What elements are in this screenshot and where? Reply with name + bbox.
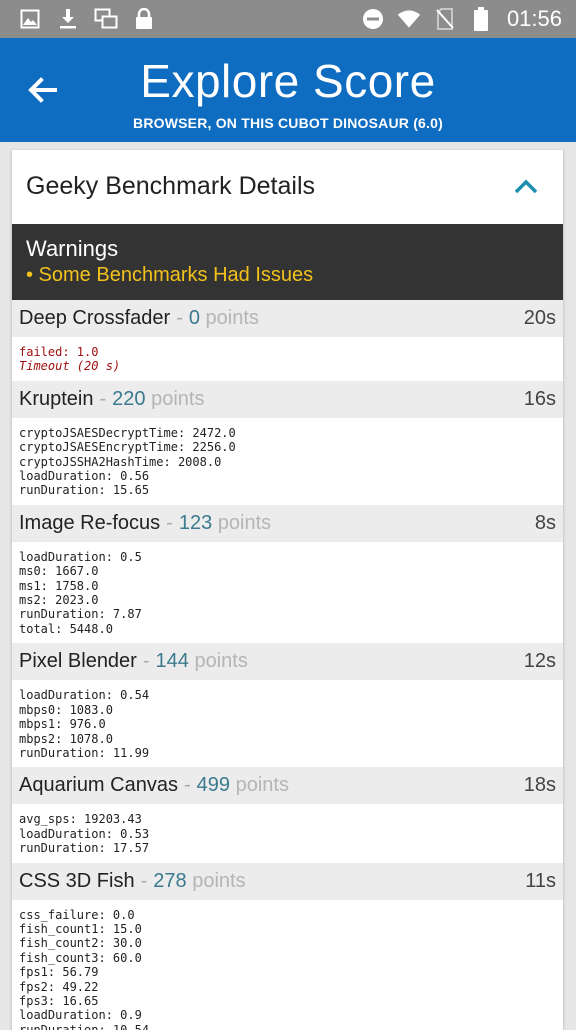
benchmark-details-card: Geeky Benchmark Details Warnings • Some … xyxy=(12,150,563,1030)
benchmark-header: Kruptein -220 points 16s xyxy=(12,380,563,418)
benchmark-details: loadDuration: 0.5 ms0: 1667.0 ms1: 1758.… xyxy=(19,549,142,636)
warnings-title: Warnings xyxy=(26,236,119,261)
benchmark-score: 123 xyxy=(178,511,213,534)
benchmark-duration: 16s xyxy=(523,387,556,410)
do-not-disturb-icon xyxy=(361,7,385,31)
collapse-button[interactable] xyxy=(511,172,541,202)
benchmark-list: Deep Crossfader -0 points 20s failed: 1.0… xyxy=(12,300,563,1030)
benchmark-name: Pixel Blender xyxy=(19,650,137,673)
benchmark-score: 0 xyxy=(188,307,200,329)
failed-text: failed: 1.0 xyxy=(19,345,99,359)
benchmark-details: avg_sps: 19203.43 loadDuration: 0.53 run… xyxy=(19,812,150,856)
points-label: points xyxy=(217,511,272,534)
page-subtitle: BROWSER, ON THIS CUBOT DINOSAUR (6.0) xyxy=(133,115,443,131)
benchmark-header: Aquarium Canvas -499 points 18s xyxy=(12,767,563,805)
status-bar: 01:56 xyxy=(0,0,576,38)
timeout-text: Timeout (20 s) xyxy=(19,359,121,374)
benchmark-score: 144 xyxy=(155,650,189,673)
benchmark-name: Deep Crossfader xyxy=(19,307,171,329)
lock-icon xyxy=(132,7,156,31)
benchmark-header: Pixel Blender -144 points 12s xyxy=(12,643,563,681)
benchmark-details: cryptoJSAESDecryptTime: 2472.0 cryptoJSA… xyxy=(19,425,236,498)
benchmark-details: failed: 1.0 Timeout (20 s) xyxy=(12,337,563,381)
benchmark-duration: 12s xyxy=(523,650,556,673)
benchmark-score: 278 xyxy=(153,869,187,892)
battery-icon xyxy=(469,7,493,31)
card-title: Geeky Benchmark Details xyxy=(26,172,316,200)
benchmark-duration: 8s xyxy=(534,511,556,534)
points-label: points xyxy=(205,307,259,329)
status-bar-right-icons: 01:56 xyxy=(361,6,562,32)
warning-item: • Some Benchmarks Had Issues xyxy=(26,264,314,286)
warnings-panel: Warnings • Some Benchmarks Had Issues xyxy=(12,224,563,300)
chevron-up-icon xyxy=(514,179,538,194)
benchmark-score: 220 xyxy=(112,387,146,410)
image-icon xyxy=(18,7,42,31)
benchmark-header: CSS 3D Fish -278 points 11s xyxy=(12,862,563,900)
points-label: points xyxy=(192,869,246,892)
benchmark-name: Kruptein xyxy=(19,387,94,410)
benchmark-details: loadDuration: 0.54 mbps0: 1083.0 mbps1: … xyxy=(19,688,150,760)
screens-icon xyxy=(94,7,118,31)
app-bar: Explore Score BROWSER, ON THIS CUBOT DIN… xyxy=(0,38,576,142)
page-title: Explore Score xyxy=(140,55,436,107)
benchmark-score: 499 xyxy=(196,774,231,797)
status-bar-left-icons xyxy=(18,7,156,31)
wifi-icon xyxy=(397,7,421,31)
benchmark-header: Deep Crossfader -0 points 20s xyxy=(12,300,563,337)
benchmark-duration: 11s xyxy=(525,869,556,892)
benchmark-duration: 20s xyxy=(523,307,556,329)
benchmark-name: CSS 3D Fish xyxy=(19,869,135,892)
no-sim-icon xyxy=(433,7,457,31)
benchmark-name: Image Re-focus xyxy=(19,511,161,534)
points-label: points xyxy=(151,387,205,410)
download-icon xyxy=(56,7,80,31)
benchmark-duration: 18s xyxy=(523,774,556,797)
points-label: points xyxy=(194,650,248,673)
points-label: points xyxy=(235,774,289,797)
benchmark-header: Image Re-focus -123 points 8s xyxy=(12,504,563,542)
benchmark-name: Aquarium Canvas xyxy=(19,774,178,797)
clock-time: 01:56 xyxy=(506,6,562,31)
benchmark-details: css_failure: 0.0 fish_count1: 15.0 fish_… xyxy=(19,907,150,1030)
card-header[interactable]: Geeky Benchmark Details xyxy=(12,150,563,224)
